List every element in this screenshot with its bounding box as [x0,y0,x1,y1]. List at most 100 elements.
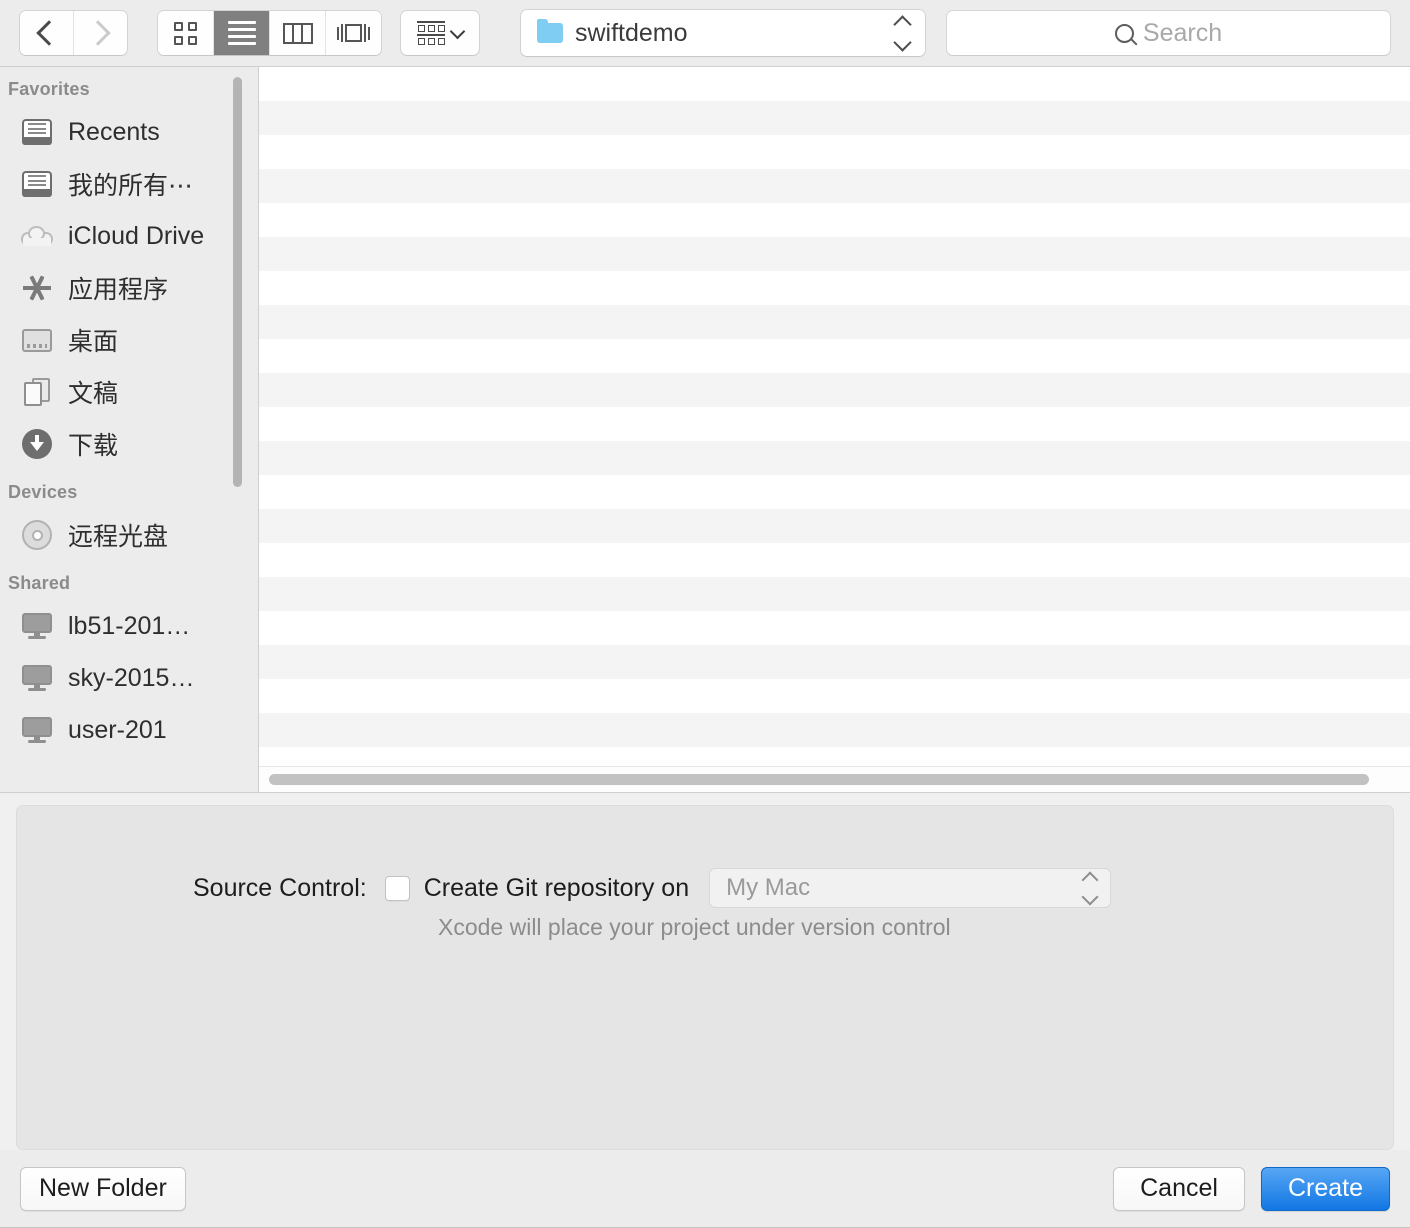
view-mode-list-button[interactable] [213,11,269,55]
table-row[interactable] [259,135,1410,169]
table-row[interactable] [259,101,1410,135]
sidebar-item-desktop[interactable]: 桌面 [0,314,258,366]
create-button[interactable]: Create [1261,1167,1390,1211]
view-mode-coverflow-button[interactable] [325,11,381,55]
sidebar-item-shared-user[interactable]: user-201 [0,704,258,756]
sidebar-item-label: 文稿 [68,374,118,410]
sidebar-item-applications[interactable]: 应用程序 [0,262,258,314]
source-control-label: Source Control: [193,874,367,903]
table-row[interactable] [259,203,1410,237]
folder-location-popup[interactable]: swiftdemo [521,10,925,56]
downloads-icon [20,429,54,459]
chevron-left-icon [36,20,61,45]
sidebar-item-remote-disc[interactable]: 远程光盘 [0,509,258,561]
chevron-down-icon [450,23,466,39]
accessory-panel: Source Control: Create Git repository on… [0,792,1410,1150]
file-list[interactable] [259,67,1410,792]
desktop-icon [20,329,54,352]
search-icon [1115,24,1134,43]
table-row[interactable] [259,645,1410,679]
file-browser: Favorites Recents 我的所有⋯ iCloud Drive [0,66,1410,792]
documents-icon [20,378,54,406]
source-control-row: Source Control: Create Git repository on… [193,868,1111,908]
table-row[interactable] [259,169,1410,203]
sidebar-item-downloads[interactable]: 下载 [0,418,258,470]
sidebar-item-label: 我的所有⋯ [68,166,193,202]
toolbar: swiftdemo Search [0,0,1410,66]
sidebar-section-favorites-title: Favorites [0,67,258,106]
sidebar-scrollbar[interactable] [233,77,242,487]
table-row[interactable] [259,237,1410,271]
accessory-inset-box: Source Control: Create Git repository on… [16,805,1394,1150]
sidebar-item-label: lb51-201… [68,612,190,641]
source-control-help-text: Xcode will place your project under vers… [438,914,951,941]
back-button[interactable] [20,11,73,55]
sidebar-item-documents[interactable]: 文稿 [0,366,258,418]
view-mode-column-button[interactable] [269,11,325,55]
table-row[interactable] [259,271,1410,305]
table-row[interactable] [259,339,1410,373]
up-down-stepper-icon [1084,874,1096,903]
all-my-files-tray-icon [20,171,54,197]
sidebar-section-shared-title: Shared [0,561,258,600]
sidebar: Favorites Recents 我的所有⋯ iCloud Drive [0,67,259,792]
table-row[interactable] [259,679,1410,713]
table-row[interactable] [259,475,1410,509]
shared-computer-icon [20,613,54,639]
sidebar-item-label: Recents [68,118,160,147]
shared-computer-icon [20,717,54,743]
table-row[interactable] [259,441,1410,475]
list-view-icon [228,21,256,45]
sidebar-item-label: user-201 [68,716,167,745]
git-location-popup[interactable]: My Mac [709,868,1111,908]
table-row[interactable] [259,67,1410,101]
table-row[interactable] [259,577,1410,611]
view-mode-segmented-control [158,11,381,55]
grid-view-icon [174,22,197,45]
sidebar-item-icloud-drive[interactable]: iCloud Drive [0,210,258,262]
forward-button[interactable] [73,11,127,55]
sidebar-item-label: 远程光盘 [68,517,168,553]
sidebar-item-all-my-files[interactable]: 我的所有⋯ [0,158,258,210]
table-row[interactable] [259,373,1410,407]
folder-location-value: swiftdemo [575,19,896,48]
search-input[interactable]: Search [947,11,1390,55]
sidebar-item-label: 下载 [68,426,118,462]
remote-disc-icon [20,520,54,550]
arrange-by-icon [417,21,445,45]
up-down-stepper-icon [896,18,909,49]
table-row[interactable] [259,509,1410,543]
table-row[interactable] [259,407,1410,441]
footer-buttons: New Folder Cancel Create [0,1150,1410,1228]
folder-icon [537,23,563,43]
column-view-icon [283,23,313,44]
table-row[interactable] [259,543,1410,577]
new-folder-button[interactable]: New Folder [20,1167,186,1211]
sidebar-item-label: iCloud Drive [68,222,204,251]
sidebar-item-label: 桌面 [68,322,118,358]
table-row[interactable] [259,713,1410,747]
git-location-value: My Mac [726,874,1084,902]
sidebar-item-recents[interactable]: Recents [0,106,258,158]
table-row[interactable] [259,611,1410,645]
cancel-button[interactable]: Cancel [1113,1167,1245,1211]
chevron-right-icon [85,20,110,45]
horizontal-scrollbar[interactable] [259,766,1410,792]
sidebar-section-devices-title: Devices [0,470,258,509]
sidebar-item-shared-lb51[interactable]: lb51-201… [0,600,258,652]
icloud-drive-icon [20,226,54,246]
horizontal-scrollbar-thumb[interactable] [269,774,1369,785]
navigation-buttons [20,11,127,55]
shared-computer-icon [20,665,54,691]
coverflow-view-icon [337,24,370,42]
arrange-by-button[interactable] [401,11,479,55]
view-mode-icon-button[interactable] [158,11,213,55]
recents-tray-icon [20,119,54,145]
create-git-repository-checkbox[interactable] [385,876,410,901]
table-row[interactable] [259,305,1410,339]
sidebar-item-label: 应用程序 [68,270,168,306]
save-panel-dialog: swiftdemo Search Favorites Recents [0,0,1410,1228]
sidebar-item-label: sky-2015… [68,664,194,693]
sidebar-item-shared-sky[interactable]: sky-2015… [0,652,258,704]
create-git-repository-label: Create Git repository on [424,874,689,903]
